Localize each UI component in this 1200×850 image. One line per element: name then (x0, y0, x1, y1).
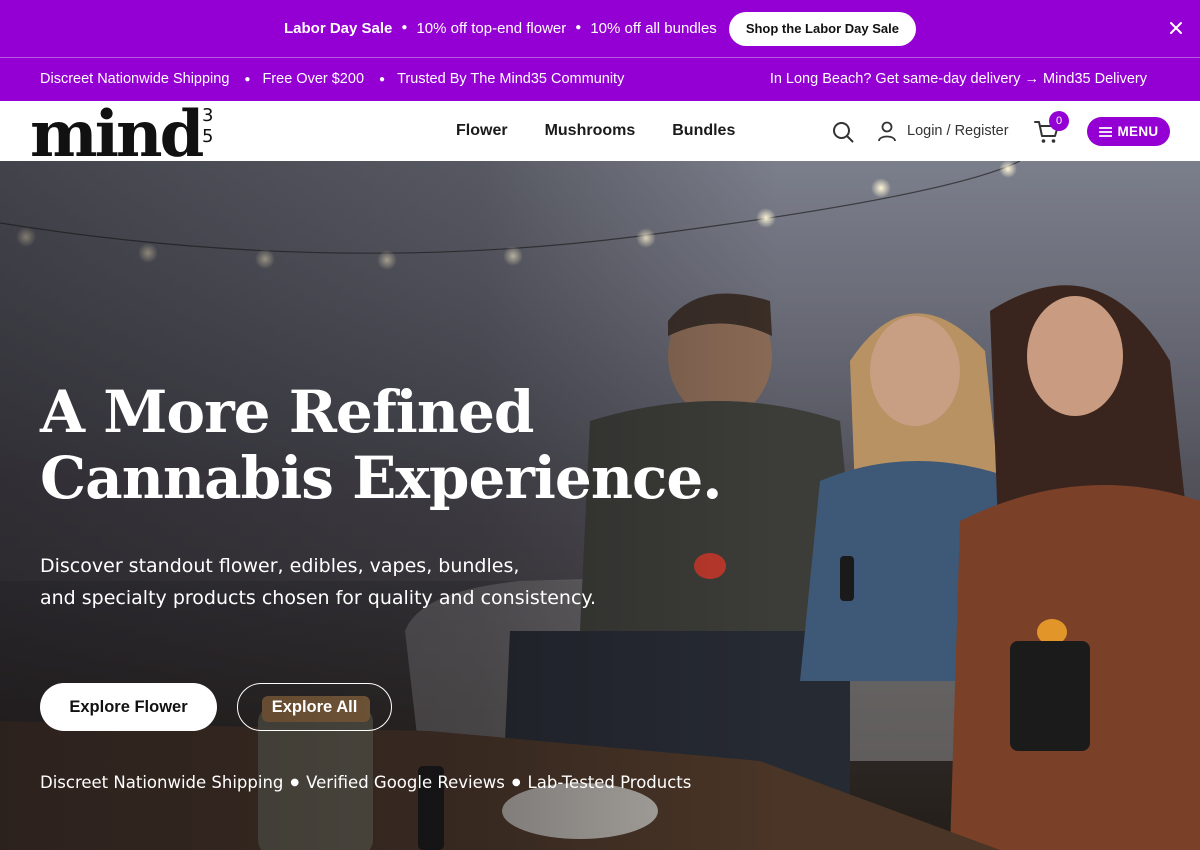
search-icon[interactable] (832, 121, 854, 143)
info-item: Discreet Nationwide Shipping (40, 71, 230, 87)
menu-button[interactable]: MENU (1087, 117, 1170, 146)
login-label: Login / Register (907, 123, 1009, 139)
cart-count-badge: 0 (1049, 111, 1069, 131)
promo-separator: ● (575, 22, 582, 33)
explore-flower-button[interactable]: Explore Flower (40, 683, 217, 731)
nav-flower[interactable]: Flower (456, 122, 508, 140)
promo-separator: ● (401, 22, 408, 33)
same-day-delivery-link[interactable]: In Long Beach? Get same-day delivery → M… (770, 71, 1147, 87)
trust-separator: ● (290, 777, 300, 788)
hero-subtitle-line: and specialty products chosen for qualit… (40, 587, 596, 609)
login-register-link[interactable]: Login / Register (876, 120, 1009, 142)
info-separator: ● (379, 73, 386, 85)
trust-item: Lab-Tested Products (527, 773, 692, 792)
nav-bundles[interactable]: Bundles (672, 122, 735, 140)
promo-sale-name: Labor Day Sale (284, 20, 393, 37)
shop-sale-button[interactable]: Shop the Labor Day Sale (728, 11, 916, 46)
trust-item: Verified Google Reviews (306, 773, 505, 792)
hero-section: A More Refined Cannabis Experience. Disc… (0, 161, 1200, 850)
info-separator: ● (244, 73, 251, 85)
site-header: mind 3 5 Flower Mushrooms Bundles Login … (0, 101, 1200, 161)
trust-signals: Discreet Nationwide Shipping ● Verified … (40, 773, 691, 792)
logo-wordmark: mind (30, 101, 204, 161)
explore-all-button[interactable]: Explore All (237, 683, 392, 731)
mind35-logo[interactable]: mind 3 5 (30, 101, 220, 161)
hero-title-line: A More Refined (40, 378, 534, 446)
hamburger-icon (1098, 126, 1112, 137)
trust-separator: ● (511, 777, 521, 788)
main-nav: Flower Mushrooms Bundles (456, 122, 772, 140)
promo-offer-bundles: 10% off all bundles (590, 20, 717, 37)
user-icon (878, 121, 896, 142)
info-item: Trusted By The Mind35 Community (397, 71, 625, 87)
logo-superscript: 5 (202, 126, 213, 147)
hero-title: A More Refined Cannabis Experience. (40, 378, 722, 512)
shipping-highlights: Discreet Nationwide Shipping ● Free Over… (40, 71, 624, 87)
hero-subtitle-line: Discover standout flower, edibles, vapes… (40, 555, 520, 577)
info-item: Free Over $200 (262, 71, 365, 87)
close-icon[interactable] (1168, 20, 1184, 36)
trust-item: Discreet Nationwide Shipping (40, 773, 284, 792)
nav-mushrooms[interactable]: Mushrooms (545, 122, 636, 140)
promo-banner: Labor Day Sale ● 10% off top-end flower … (0, 0, 1200, 57)
info-bar: Discreet Nationwide Shipping ● Free Over… (0, 57, 1200, 101)
menu-label: MENU (1117, 124, 1159, 139)
logo-superscript: 3 (202, 105, 213, 126)
promo-offer-flower: 10% off top-end flower (416, 20, 567, 37)
hero-subtitle: Discover standout flower, edibles, vapes… (40, 550, 660, 614)
hero-title-line: Cannabis Experience. (40, 444, 722, 512)
